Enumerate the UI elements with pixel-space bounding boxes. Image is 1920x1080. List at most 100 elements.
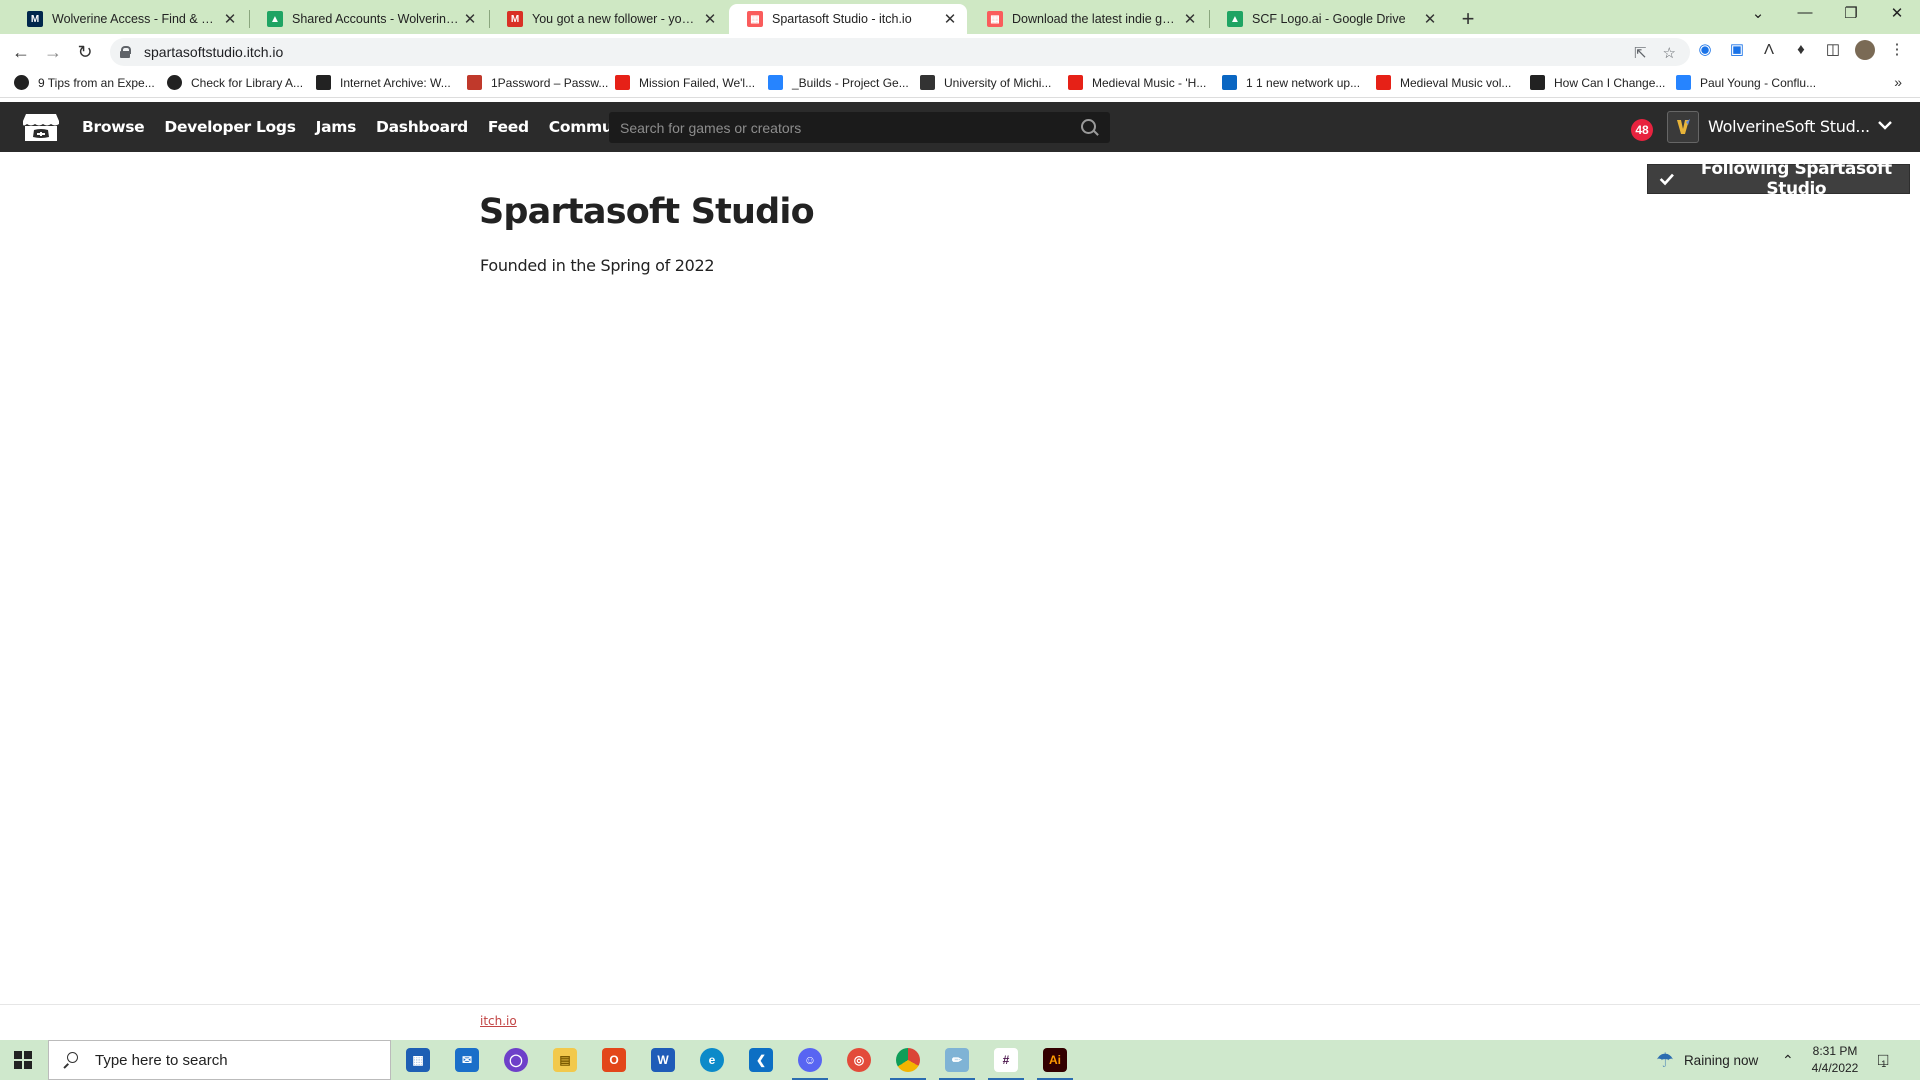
following-button[interactable]: Following Spartasoft Studio	[1647, 159, 1910, 199]
close-tab-icon[interactable]: ✕	[221, 10, 239, 28]
bookmark-item[interactable]: University of Michi...	[920, 75, 1051, 90]
bookmark-item[interactable]: Internet Archive: W...	[316, 75, 451, 90]
discord-icon[interactable]: ☺	[786, 1040, 834, 1080]
office-icon[interactable]: O	[590, 1040, 638, 1080]
itch-main-nav: Browse Developer Logs Jams Dashboard Fee…	[82, 102, 646, 152]
microsoft-store-icon[interactable]: ▦	[394, 1040, 442, 1080]
clock-time: 8:31 PM	[1812, 1044, 1858, 1058]
browser-tab-title: SCF Logo.ai - Google Drive	[1252, 12, 1406, 26]
nav-jams[interactable]: Jams	[316, 118, 357, 136]
notification-center-icon[interactable]: □ 1	[1878, 1040, 1888, 1080]
bookmark-item[interactable]: Medieval Music vol...	[1376, 75, 1511, 90]
minimize-button[interactable]: —	[1782, 4, 1828, 21]
weather-label: Raining now	[1683, 1052, 1759, 1068]
windows-taskbar: Type here to search ▦ ✉ ◯ ▤ O W e ❮ ☺ ◎ …	[0, 1040, 1920, 1080]
restore-button[interactable]: ❐	[1828, 4, 1874, 22]
bookmark-item[interactable]: How Can I Change...	[1530, 75, 1665, 90]
chevron-down-icon[interactable]	[1876, 116, 1894, 134]
nav-dashboard[interactable]: Dashboard	[376, 118, 468, 136]
search-input[interactable]	[620, 119, 1076, 136]
bookmark-item[interactable]: 9 Tips from an Expe...	[14, 75, 155, 90]
more-bookmarks-icon[interactable]: »	[1894, 74, 1902, 90]
file-explorer-icon[interactable]: ▤	[541, 1040, 589, 1080]
bookmark-item[interactable]: Mission Failed, We'l...	[615, 75, 755, 90]
wikipedia-icon	[1530, 75, 1545, 90]
footer-itchio-link[interactable]: itch.io	[480, 1014, 517, 1028]
browser-tab[interactable]: M You got a new follower - youngp ✕	[489, 4, 727, 34]
forward-button[interactable]: →	[41, 40, 65, 64]
show-hidden-icons[interactable]: ⌃	[1782, 1040, 1794, 1080]
bookmark-item[interactable]: 1Password – Passw...	[467, 75, 608, 90]
weather-widget[interactable]: ☂ Raining now	[1656, 1040, 1758, 1080]
address-bar-url[interactable]: spartasoftstudio.itch.io	[144, 44, 283, 60]
notification-badge[interactable]: 48	[1631, 119, 1653, 141]
bookmark-item[interactable]: 1 1 new network up...	[1222, 75, 1360, 90]
chrome-menu-icon[interactable]: ⋮	[1887, 40, 1907, 60]
browser-tab[interactable]: ▦ Download the latest indie games ✕	[969, 4, 1207, 34]
extensions-puzzle-icon[interactable]: ♦	[1791, 40, 1811, 60]
grammar-extension-icon[interactable]: Λ	[1759, 40, 1779, 60]
cube-icon	[920, 75, 935, 90]
slack-icon[interactable]: #	[982, 1040, 1030, 1080]
illustrator-icon[interactable]: Ai	[1031, 1040, 1079, 1080]
vscode-icon[interactable]: ❮	[737, 1040, 785, 1080]
user-avatar[interactable]	[1667, 111, 1699, 143]
close-tab-icon[interactable]: ✕	[701, 10, 719, 28]
bookmark-label: Internet Archive: W...	[340, 75, 451, 90]
browser-tab[interactable]: ▲ Shared Accounts - WolverineSoft ✕	[249, 4, 487, 34]
bookmark-label: 1 1 new network up...	[1246, 75, 1361, 90]
windows-start-icon[interactable]	[14, 1051, 32, 1069]
browser-tab[interactable]: ▲ SCF Logo.ai - Google Drive ✕	[1209, 4, 1447, 34]
chrome-icon[interactable]	[884, 1040, 932, 1080]
close-window-button[interactable]: ✕	[1874, 4, 1920, 22]
browser-toolbar: ← → ↻ spartasoftstudio.itch.io ⇱ ☆	[0, 34, 1920, 70]
bookmark-label: _Builds - Project Ge...	[792, 75, 909, 90]
browser-tab[interactable]: ▦ Spartasoft Studio - itch.io ✕	[729, 4, 967, 34]
lock-icon[interactable]	[120, 46, 131, 58]
michigan-m-icon: M	[27, 11, 43, 27]
google-drive-icon: ▲	[267, 11, 283, 27]
close-tab-icon[interactable]: ✕	[941, 10, 959, 28]
share-icon[interactable]: ⇱	[1634, 44, 1647, 62]
profile-avatar[interactable]	[1855, 40, 1875, 60]
notification-center-count: 1	[1881, 1059, 1887, 1069]
back-button[interactable]: ←	[9, 40, 33, 64]
bookmark-item[interactable]: Check for Library A...	[167, 75, 303, 90]
bookmark-label: Paul Young - Conflu...	[1700, 75, 1817, 90]
itchio-logo-icon[interactable]	[22, 111, 60, 143]
user-menu-name[interactable]: WolverineSoft Stud...	[1708, 102, 1870, 152]
bookmark-label: Medieval Music - 'H...	[1092, 75, 1207, 90]
word-icon[interactable]: W	[639, 1040, 687, 1080]
taskbar-search[interactable]: Type here to search	[48, 1040, 391, 1080]
nav-feed[interactable]: Feed	[488, 118, 529, 136]
youtube-icon	[615, 75, 630, 90]
address-bar[interactable]: spartasoftstudio.itch.io ⇱ ☆	[110, 38, 1690, 66]
close-tab-icon[interactable]: ✕	[1421, 10, 1439, 28]
bookmark-item[interactable]: _Builds - Project Ge...	[768, 75, 909, 90]
nav-browse[interactable]: Browse	[82, 118, 145, 136]
bookmark-label: Mission Failed, We'l...	[639, 75, 756, 90]
mail-icon[interactable]: ✉	[443, 1040, 491, 1080]
edge-icon[interactable]: e	[688, 1040, 736, 1080]
side-panel-icon[interactable]: ◫	[1823, 40, 1843, 60]
bookmark-label: Medieval Music vol...	[1400, 75, 1512, 90]
screen-capture-extension-icon[interactable]: ▣	[1727, 40, 1747, 60]
browser-tab[interactable]: M Wolverine Access - Find & Favorites✕	[9, 4, 247, 34]
tab-search-icon[interactable]: ⌄	[1735, 4, 1781, 22]
reload-button[interactable]: ↻	[73, 40, 97, 64]
itch-search-box	[609, 112, 1110, 143]
bookmark-item[interactable]: Medieval Music - 'H...	[1068, 75, 1206, 90]
bookmark-item[interactable]: Paul Young - Conflu...	[1676, 75, 1816, 90]
taskbar-clock[interactable]: 8:31 PM 4/4/2022	[1800, 1043, 1870, 1077]
password-manager-extension-icon[interactable]: ◉	[1695, 40, 1715, 60]
github-desktop-icon[interactable]: ◯	[492, 1040, 540, 1080]
close-tab-icon[interactable]: ✕	[461, 10, 479, 28]
davinci-icon[interactable]: ◎	[835, 1040, 883, 1080]
new-tab-button[interactable]: +	[1455, 6, 1481, 32]
close-tab-icon[interactable]: ✕	[1181, 10, 1199, 28]
search-icon[interactable]	[1076, 115, 1102, 141]
notepad-icon[interactable]: ✏	[933, 1040, 981, 1080]
globe-icon	[14, 75, 29, 90]
bookmark-star-icon[interactable]: ☆	[1663, 44, 1676, 62]
nav-developer-logs[interactable]: Developer Logs	[164, 118, 296, 136]
